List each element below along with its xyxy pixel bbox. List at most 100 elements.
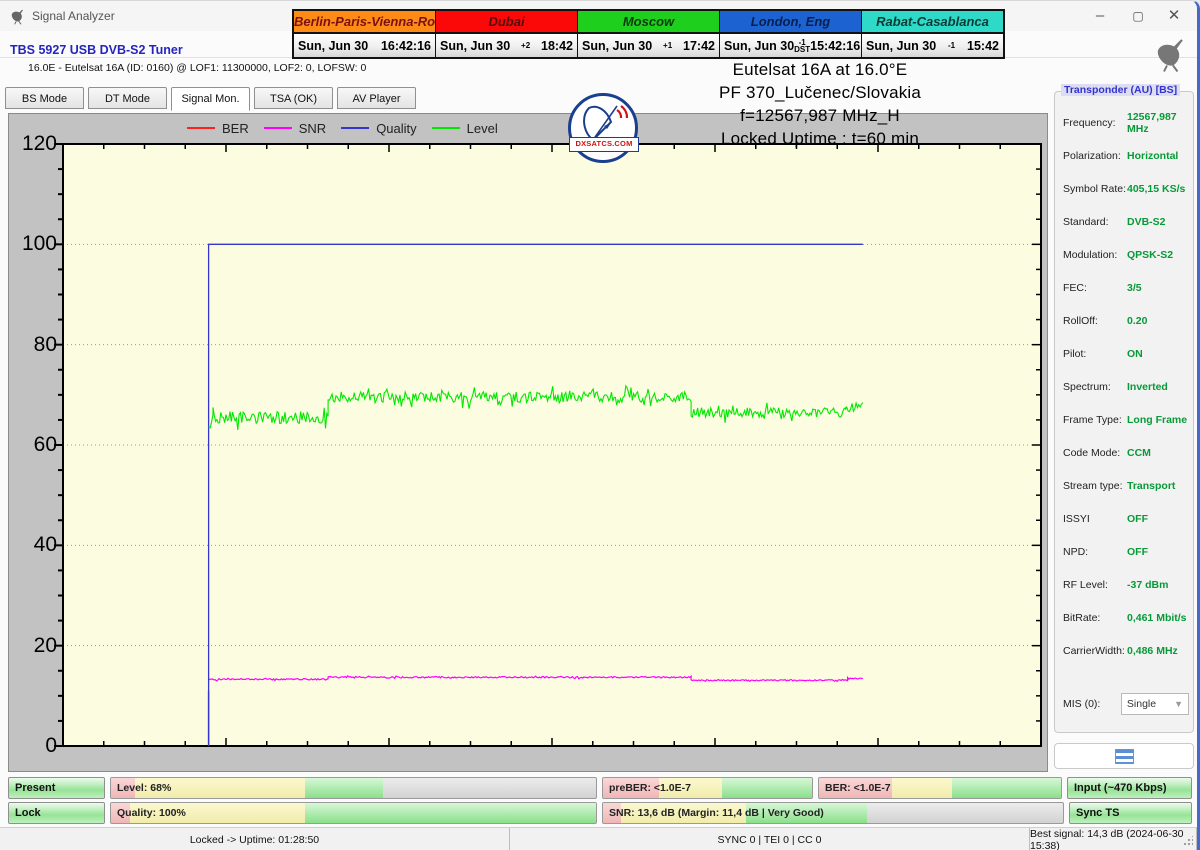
field-value: OFF: [1127, 513, 1189, 525]
clock-utc-offset: -1: [936, 42, 967, 49]
clock-rabat-casablanca: Rabat-CasablancaSun, Jun 30-115:42: [862, 11, 1003, 57]
dxsatcs-logo-text: DXSATCS.COM: [569, 137, 639, 152]
clock-dubai: DubaiSun, Jun 30+218:42: [436, 11, 578, 57]
field-label: Symbol Rate:: [1063, 183, 1127, 195]
signal-bar-snr: SNR: 13,6 dB (Margin: 11,4 dB | Very Goo…: [602, 802, 1064, 824]
bar-label: preBER: <1.0E-7: [609, 778, 691, 798]
legend-color-dash: [187, 127, 215, 129]
transponder-field-row: NPD:OFF: [1063, 535, 1189, 568]
signal-bar-preber: preBER: <1.0E-7: [602, 777, 813, 799]
mis-label: MIS (0):: [1063, 698, 1121, 710]
clock-berlin-paris-vienna-roma: Berlin-Paris-Vienna-RomaSun, Jun 3016:42…: [294, 11, 436, 57]
indicator-row-1: PresentLevel: 68% preBER: <1.0E-7 BER: <1.…: [8, 777, 1192, 799]
window-title: Signal Analyzer: [32, 9, 115, 23]
legend-label: BER: [222, 121, 249, 136]
clock-time: 17:42: [683, 39, 715, 53]
field-value: 3/5: [1127, 282, 1189, 294]
mis-dropdown[interactable]: Single▼: [1121, 693, 1189, 715]
y-tick-label-0: 0: [11, 734, 57, 758]
clock-utc-offset: -1DST: [794, 39, 810, 53]
y-tick-label-60: 60: [11, 433, 57, 457]
legend-item-snr: SNR: [264, 121, 326, 136]
field-value: 0,486 MHz: [1127, 645, 1189, 657]
tab-signal-mon-[interactable]: Signal Mon.: [171, 87, 250, 111]
tab-tsa-ok-[interactable]: TSA (OK): [254, 87, 333, 109]
resize-grip[interactable]: [1183, 836, 1193, 846]
field-value: -37 dBm: [1127, 579, 1189, 591]
transponder-field-row: Spectrum:Inverted: [1063, 370, 1189, 403]
field-value: 0,461 Mbit/s: [1127, 612, 1189, 624]
transponder-field-row: Symbol Rate:405,15 KS/s: [1063, 172, 1189, 205]
clock-moscow: MoscowSun, Jun 30+117:42: [578, 11, 720, 57]
field-label: Code Mode:: [1063, 447, 1127, 459]
transponder-field-row: FEC:3/5: [1063, 271, 1189, 304]
clock-time-row: Sun, Jun 30+218:42: [436, 34, 577, 57]
legend-color-dash: [432, 127, 460, 129]
field-value: DVB-S2: [1127, 216, 1189, 228]
clock-time: 16:42:16: [381, 39, 431, 53]
legend-item-ber: BER: [187, 121, 249, 136]
indicator-row-2: LockQuality: 100%SNR: 13,6 dB (Margin: 1…: [8, 802, 1192, 824]
transponder-field-row: Code Mode:CCM: [1063, 436, 1189, 469]
status-badge-present: Present: [8, 777, 105, 799]
transponder-field-row: ISSYIOFF: [1063, 502, 1189, 535]
status-section-2: Best signal: 14,3 dB (2024-06-30 15:38): [1030, 828, 1197, 850]
signal-chart-panel: BERSNRQualityLevel 020406080100120: [8, 113, 1048, 772]
field-label: Polarization:: [1063, 150, 1127, 162]
tab-dt-mode[interactable]: DT Mode: [88, 87, 167, 109]
clock-london-eng: London, EngSun, Jun 30-1DST15:42:16: [720, 11, 862, 57]
clock-date: Sun, Jun 30: [582, 39, 652, 53]
bar-label: BER: <1.0E-7: [825, 778, 891, 798]
transponder-panel: Transponder (AU) [BS] Frequency:12567,98…: [1054, 91, 1194, 733]
satellite-dish-app-icon: [9, 8, 26, 25]
close-button[interactable]: ✕: [1157, 4, 1191, 28]
field-value: Horizontal: [1127, 150, 1189, 162]
transponder-field-row: RF Level:-37 dBm: [1063, 568, 1189, 601]
status-section-1: SYNC 0 | TEI 0 | CC 0: [510, 828, 1030, 850]
status-bar: Locked -> Uptime: 01:28:50SYNC 0 | TEI 0…: [0, 827, 1197, 850]
field-label: Standard:: [1063, 216, 1127, 228]
y-tick-label-20: 20: [11, 634, 57, 658]
field-label: CarrierWidth:: [1063, 645, 1127, 657]
chart-legend: BERSNRQualityLevel: [187, 118, 498, 138]
field-label: RollOff:: [1063, 315, 1127, 327]
field-label: Spectrum:: [1063, 381, 1127, 393]
y-tick-label-40: 40: [11, 533, 57, 557]
clock-date: Sun, Jun 30: [440, 39, 510, 53]
legend-label: Quality: [376, 121, 416, 136]
field-value: ON: [1127, 348, 1189, 360]
status-section-0: Locked -> Uptime: 01:28:50: [0, 828, 510, 850]
clock-time: 18:42: [541, 39, 573, 53]
bar-segment-yellow: [892, 778, 953, 798]
series-level: [209, 386, 863, 430]
field-value: QPSK-S2: [1127, 249, 1189, 261]
transponder-field-row: Frame Type:Long Frame: [1063, 403, 1189, 436]
minimize-button[interactable]: –: [1083, 4, 1117, 28]
transponder-list-button[interactable]: [1054, 743, 1194, 769]
legend-color-dash: [341, 127, 369, 129]
dxsatcs-logo: DXSATCS.COM: [568, 93, 638, 163]
transponder-field-row: Modulation:QPSK-S2: [1063, 238, 1189, 271]
tuner-detail: 16.0E - Eutelsat 16A (ID: 0160) @ LOF1: …: [28, 62, 366, 74]
clock-time-row: Sun, Jun 30+117:42: [578, 34, 719, 57]
tab-bs-mode[interactable]: BS Mode: [5, 87, 84, 109]
tuner-name: TBS 5927 USB DVB-S2 Tuner: [10, 43, 183, 57]
tab-av-player[interactable]: AV Player: [337, 87, 416, 109]
clock-time-row: Sun, Jun 3016:42:16: [294, 34, 435, 57]
signal-analyzer-window: Signal Analyzer – ▢ ✕ Berlin-Paris-Vienn…: [0, 0, 1200, 850]
bar-segment-green: [305, 778, 383, 798]
mis-row: MIS (0):Single▼: [1063, 689, 1189, 719]
maximize-button[interactable]: ▢: [1121, 4, 1155, 28]
clock-date: Sun, Jun 30: [866, 39, 936, 53]
bar-segment-green: [305, 803, 596, 823]
y-tick-label-80: 80: [11, 333, 57, 357]
transponder-field-row: BitRate:0,461 Mbit/s: [1063, 601, 1189, 634]
header-satellite: Eutelsat 16A at 16.0°E: [480, 60, 1160, 80]
signal-bar-level: Level: 68%: [110, 777, 597, 799]
plot-area: [63, 144, 1041, 746]
bar-label: SNR: 13,6 dB (Margin: 11,4 dB | Very Goo…: [609, 803, 824, 823]
field-value: 0.20: [1127, 315, 1189, 327]
bar-segment-green: [722, 778, 812, 798]
clock-city-label: London, Eng: [720, 11, 861, 34]
transponder-field-row: Standard:DVB-S2: [1063, 205, 1189, 238]
